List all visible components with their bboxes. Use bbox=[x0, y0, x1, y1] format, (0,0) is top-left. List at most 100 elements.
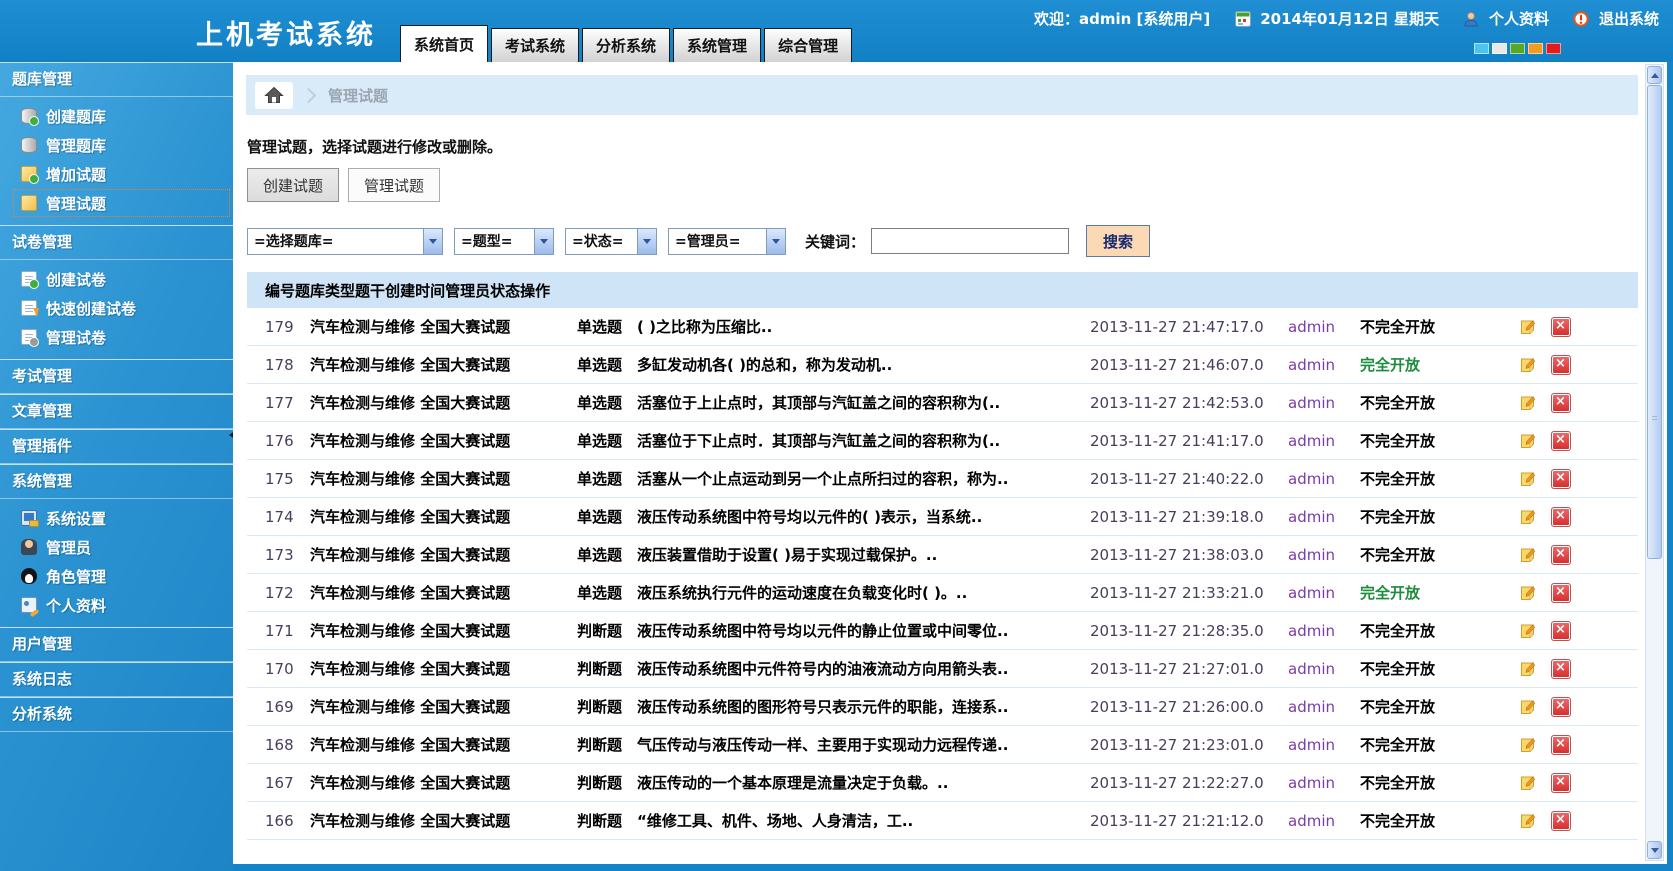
filter-select[interactable]: =选择题库= bbox=[247, 228, 443, 255]
vertical-scrollbar[interactable] bbox=[1645, 64, 1664, 861]
question-id: 179 bbox=[265, 318, 310, 336]
sidebar-item[interactable]: 快速创建试卷 bbox=[13, 294, 230, 322]
nav-tab[interactable]: 综合管理 bbox=[764, 28, 852, 62]
sidebar-section-header[interactable]: 系统日志 bbox=[0, 663, 233, 697]
created-time: 2013-11-27 21:28:35.0 bbox=[1090, 622, 1288, 640]
filter-select[interactable]: =状态= bbox=[565, 228, 657, 255]
edit-icon[interactable] bbox=[1519, 432, 1537, 450]
profile-link[interactable]: 个人资料 bbox=[1489, 8, 1549, 29]
delete-icon[interactable]: × bbox=[1551, 431, 1571, 451]
dropdown-arrow-icon[interactable] bbox=[423, 229, 442, 254]
scroll-down-arrow-icon[interactable] bbox=[1647, 841, 1662, 859]
edit-icon[interactable] bbox=[1519, 736, 1537, 754]
sidebar-item[interactable]: 管理试卷 bbox=[13, 323, 230, 351]
toolbar-button[interactable]: 管理试题 bbox=[348, 168, 440, 202]
delete-icon[interactable]: × bbox=[1551, 507, 1571, 527]
edit-icon[interactable] bbox=[1519, 508, 1537, 526]
table-row: 171 汽车检测与维修 全国大赛试题 判断题 液压传动系统图中符号均以元件的静止… bbox=[247, 612, 1638, 650]
delete-icon[interactable]: × bbox=[1551, 621, 1571, 641]
edit-icon[interactable] bbox=[1519, 774, 1537, 792]
edit-icon[interactable] bbox=[1519, 356, 1537, 374]
breadcrumb-separator-icon bbox=[301, 87, 317, 103]
nav-tab[interactable]: 系统首页 bbox=[400, 25, 488, 62]
sidebar-item[interactable]: 管理题库 bbox=[13, 131, 230, 159]
sidebar-item[interactable]: 管理试题 bbox=[13, 189, 230, 217]
theme-swatch[interactable] bbox=[1546, 43, 1561, 54]
edit-icon[interactable] bbox=[1519, 584, 1537, 602]
admin-name: admin bbox=[1288, 470, 1360, 488]
column-header: 创建时间 bbox=[385, 280, 445, 301]
sidebar-item[interactable]: 创建题库 bbox=[13, 102, 230, 130]
edit-icon[interactable] bbox=[1519, 318, 1537, 336]
delete-icon[interactable]: × bbox=[1551, 355, 1571, 375]
sidebar-item[interactable]: 系统设置 bbox=[13, 504, 230, 532]
delete-icon[interactable]: × bbox=[1551, 317, 1571, 337]
sidebar-section-header[interactable]: 题库管理 bbox=[0, 63, 233, 97]
scrollbar-thumb[interactable] bbox=[1647, 85, 1662, 559]
edit-icon[interactable] bbox=[1519, 470, 1537, 488]
sidebar-section-header[interactable]: 系统管理 bbox=[0, 465, 233, 499]
sidebar-section-header[interactable]: 用户管理 bbox=[0, 628, 233, 662]
status-label: 不完全开放 bbox=[1360, 506, 1468, 527]
admin-name: admin bbox=[1288, 584, 1360, 602]
edit-icon[interactable] bbox=[1519, 698, 1537, 716]
logout-link[interactable]: 退出系统 bbox=[1599, 8, 1659, 29]
page-description: 管理试题，选择试题进行修改或删除。 bbox=[247, 136, 1667, 157]
dropdown-arrow-icon[interactable] bbox=[637, 229, 656, 254]
edit-icon[interactable] bbox=[1519, 660, 1537, 678]
question-stem: 液压传动系统图中符号均以元件的静止位置或中间零位.. bbox=[637, 620, 1090, 641]
question-bank: 汽车检测与维修 全国大赛试题 bbox=[310, 734, 577, 755]
search-button[interactable]: 搜索 bbox=[1086, 225, 1150, 257]
filter-select[interactable]: =管理员= bbox=[668, 228, 786, 255]
sidebar-section-header[interactable]: 分析系统 bbox=[0, 698, 233, 732]
dropdown-arrow-icon[interactable] bbox=[766, 229, 785, 254]
delete-icon[interactable]: × bbox=[1551, 773, 1571, 793]
sidebar-section-header[interactable]: 管理插件 bbox=[0, 430, 233, 464]
sidebar: 题库管理 创建题库 管理题库 增加试题 管理试题 试卷管理 创建试卷 快速创建试… bbox=[0, 62, 233, 871]
delete-icon[interactable]: × bbox=[1551, 393, 1571, 413]
edit-icon[interactable] bbox=[1519, 812, 1537, 830]
sidebar-section-header[interactable]: 考试管理 bbox=[0, 360, 233, 394]
delete-icon[interactable]: × bbox=[1551, 545, 1571, 565]
sidebar-item[interactable]: 管理员 bbox=[13, 533, 230, 561]
toolbar-button[interactable]: 创建试题 bbox=[247, 168, 339, 202]
question-bank: 汽车检测与维修 全国大赛试题 bbox=[310, 696, 577, 717]
edit-icon[interactable] bbox=[1519, 394, 1537, 412]
delete-icon[interactable]: × bbox=[1551, 811, 1571, 831]
delete-icon[interactable]: × bbox=[1551, 697, 1571, 717]
delete-icon[interactable]: × bbox=[1551, 583, 1571, 603]
question-stem: 活塞位于下止点时．其顶部与汽缸盖之间的容积称为(.. bbox=[637, 430, 1090, 451]
delete-icon[interactable]: × bbox=[1551, 735, 1571, 755]
keyword-input[interactable] bbox=[871, 228, 1069, 254]
sidebar-item[interactable]: 增加试题 bbox=[13, 160, 230, 188]
sidebar-item[interactable]: 角色管理 bbox=[13, 562, 230, 590]
breadcrumb-home[interactable] bbox=[255, 82, 293, 109]
delete-icon[interactable]: × bbox=[1551, 659, 1571, 679]
filter-select[interactable]: =题型= bbox=[454, 228, 554, 255]
sidebar-section-header[interactable]: 试卷管理 bbox=[0, 226, 233, 260]
sidebar-item[interactable]: 创建试卷 bbox=[13, 265, 230, 293]
dropdown-arrow-icon[interactable] bbox=[534, 229, 553, 254]
nav-tab[interactable]: 考试系统 bbox=[491, 28, 579, 62]
delete-icon[interactable]: × bbox=[1551, 469, 1571, 489]
nav-tab[interactable]: 分析系统 bbox=[582, 28, 670, 62]
nav-tab[interactable]: 系统管理 bbox=[673, 28, 761, 62]
theme-swatch[interactable] bbox=[1510, 43, 1525, 54]
status-label: 不完全开放 bbox=[1360, 734, 1468, 755]
question-bank: 汽车检测与维修 全国大赛试题 bbox=[310, 468, 577, 489]
created-time: 2013-11-27 21:33:21.0 bbox=[1090, 584, 1288, 602]
theme-swatch[interactable] bbox=[1492, 43, 1507, 54]
sidebar-item[interactable]: 个人资料 bbox=[13, 591, 230, 619]
admin-name: admin bbox=[1288, 774, 1360, 792]
sidebar-section-header[interactable]: 文章管理 bbox=[0, 395, 233, 429]
row-actions: × bbox=[1468, 431, 1621, 451]
sidebar-item-label: 管理试卷 bbox=[46, 327, 106, 348]
scroll-up-arrow-icon[interactable] bbox=[1647, 66, 1662, 84]
theme-swatch[interactable] bbox=[1528, 43, 1543, 54]
edit-icon[interactable] bbox=[1519, 622, 1537, 640]
edit-icon[interactable] bbox=[1519, 546, 1537, 564]
column-header: 操作 bbox=[520, 280, 550, 301]
filter-select-value: =题型= bbox=[461, 231, 512, 251]
question-bank: 汽车检测与维修 全国大赛试题 bbox=[310, 544, 577, 565]
theme-swatch[interactable] bbox=[1474, 43, 1489, 54]
